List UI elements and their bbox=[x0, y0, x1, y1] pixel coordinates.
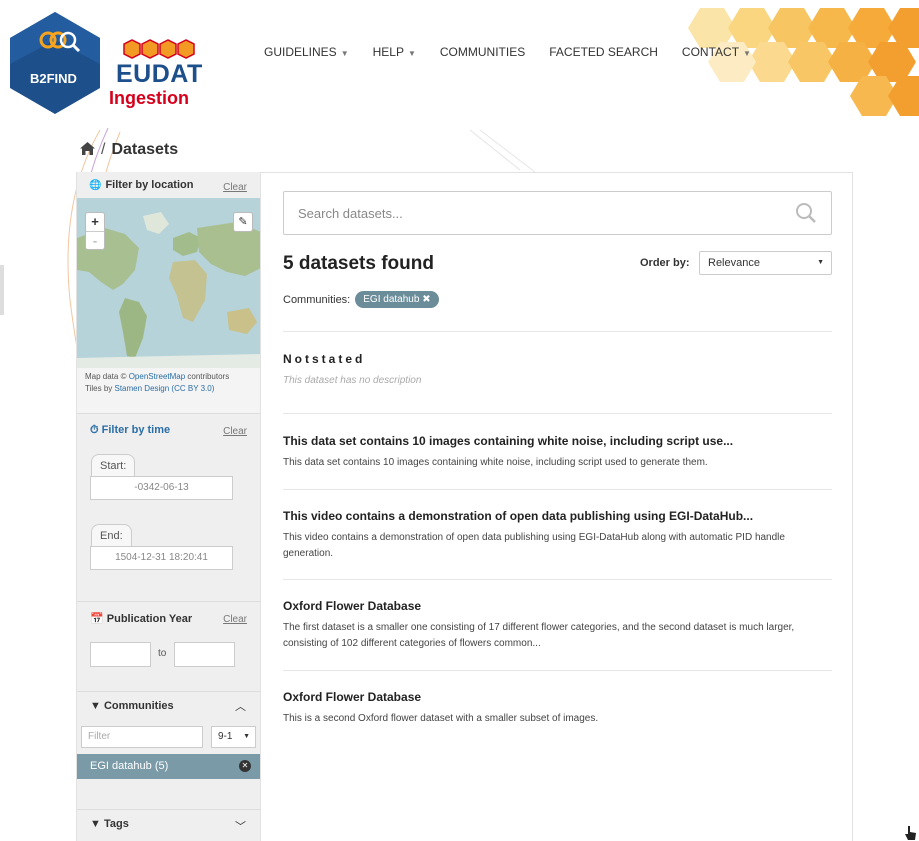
divider bbox=[283, 670, 832, 671]
search-box[interactable]: Search datasets... bbox=[283, 191, 832, 235]
communities-filter-input[interactable]: Filter bbox=[81, 726, 203, 748]
nav-contact[interactable]: CONTACT ▼ bbox=[682, 45, 751, 59]
order-by-select[interactable]: Relevance ▼ bbox=[699, 251, 832, 275]
time-filter: ⏱ Filter by time Clear Start: -0342-06-1… bbox=[77, 414, 260, 602]
zoom-out-button[interactable]: - bbox=[86, 231, 104, 249]
search-icon[interactable] bbox=[795, 202, 817, 224]
page: B2FIND EUDAT Ingestion GUIDELINES ▼ HELP ▼… bbox=[0, 0, 919, 841]
time-filter-header[interactable]: ⏱ Filter by time bbox=[90, 424, 170, 437]
year-to-field[interactable] bbox=[174, 642, 235, 667]
dataset-item: This video contains a demonstration of o… bbox=[283, 509, 832, 562]
nav-guidelines[interactable]: GUIDELINES ▼ bbox=[264, 45, 349, 59]
order-by-label: Order by: bbox=[640, 257, 690, 269]
communities-sort-select[interactable]: 9-1 ▼ bbox=[211, 726, 256, 748]
filter-icon: ▼ bbox=[90, 818, 101, 830]
breadcrumb: / Datasets bbox=[80, 141, 178, 159]
chevron-down-icon[interactable]: ﹀ bbox=[235, 818, 246, 834]
publication-year-header: 📅 Publication Year bbox=[90, 613, 193, 625]
dataset-item: Notstated This dataset has no descriptio… bbox=[283, 352, 832, 389]
chevron-down-icon: ▼ bbox=[243, 733, 250, 740]
nav-faceted-search[interactable]: FACETED SEARCH bbox=[549, 45, 658, 59]
b2find-logo[interactable] bbox=[8, 10, 102, 116]
location-filter-header: 🌐 Filter by location Clear bbox=[77, 172, 260, 198]
dataset-description: The first dataset is a smaller one consi… bbox=[283, 622, 795, 649]
dataset-description: This video contains a demonstration of o… bbox=[283, 532, 785, 559]
communities-filter-label: Communities: bbox=[283, 293, 351, 306]
nav-help[interactable]: HELP ▼ bbox=[373, 45, 416, 59]
location-filter-title: Filter by location bbox=[105, 179, 194, 191]
dataset-title[interactable]: Notstated bbox=[283, 352, 832, 366]
home-icon[interactable] bbox=[80, 141, 95, 159]
map-attribution: Map data © OpenStreetMap contributors Ti… bbox=[77, 368, 260, 414]
chevron-down-icon: ▼ bbox=[407, 49, 416, 58]
search-input[interactable]: Search datasets... bbox=[298, 206, 403, 221]
zoom-in-button[interactable]: + bbox=[86, 213, 104, 231]
active-filters: Communities: EGI datahub ✖ bbox=[283, 291, 439, 308]
results-panel: Search datasets... 5 datasets found Orde… bbox=[260, 172, 853, 841]
dataset-title[interactable]: Oxford Flower Database bbox=[283, 690, 832, 704]
location-map[interactable]: + - ✎ bbox=[77, 198, 261, 368]
dataset-title[interactable]: This data set contains 10 images contain… bbox=[283, 434, 832, 448]
stamen-link[interactable]: Stamen Design (CC BY 3.0) bbox=[115, 384, 215, 393]
year-to-label: to bbox=[158, 648, 167, 659]
nav-communities[interactable]: COMMUNITIES bbox=[440, 45, 525, 59]
pencil-icon[interactable]: ✎ bbox=[233, 212, 253, 232]
year-from-field[interactable] bbox=[90, 642, 151, 667]
b2find-logo-text: B2FIND bbox=[30, 71, 77, 86]
tags-header[interactable]: ▼ Tags bbox=[90, 818, 129, 830]
globe-icon: 🌐 bbox=[89, 179, 102, 191]
end-date-field[interactable]: 1504-12-31 18:20:41 bbox=[90, 546, 233, 570]
dataset-description: This data set contains 10 images contain… bbox=[283, 457, 708, 468]
dataset-item: This data set contains 10 images contain… bbox=[283, 434, 832, 471]
end-label: End: bbox=[91, 524, 132, 546]
mouse-cursor-icon bbox=[905, 826, 916, 840]
breadcrumb-separator: / bbox=[101, 141, 106, 158]
dataset-item: Oxford Flower Database This is a second … bbox=[283, 690, 832, 727]
map-zoom-controls: + - bbox=[85, 212, 105, 250]
sidebar: 🌐 Filter by location Clear + - ✎ Map dat… bbox=[76, 172, 261, 841]
filter-icon: ▼ bbox=[90, 700, 101, 712]
divider bbox=[283, 331, 832, 332]
chevron-down-icon: ▼ bbox=[743, 49, 751, 58]
breadcrumb-current: Datasets bbox=[111, 141, 179, 158]
ingestion-label: Ingestion bbox=[109, 88, 189, 108]
community-filter-pill[interactable]: EGI datahub ✖ bbox=[355, 291, 439, 308]
remove-icon[interactable]: ✕ bbox=[239, 760, 251, 772]
divider bbox=[283, 579, 832, 580]
publication-clear-link[interactable]: Clear bbox=[223, 614, 247, 625]
main-nav: GUIDELINES ▼ HELP ▼ COMMUNITIES FACETED SE… bbox=[264, 45, 751, 59]
dataset-description: This dataset has no description bbox=[283, 375, 422, 386]
chevron-down-icon: ▼ bbox=[340, 49, 349, 58]
remove-icon[interactable]: ✖ bbox=[422, 294, 430, 305]
openstreetmap-link[interactable]: OpenStreetMap bbox=[129, 372, 185, 381]
dataset-title[interactable]: This video contains a demonstration of o… bbox=[283, 509, 832, 523]
start-date-field[interactable]: -0342-06-13 bbox=[90, 476, 233, 500]
chevron-down-icon: ▼ bbox=[817, 259, 824, 266]
clock-icon: ⏱ bbox=[90, 424, 99, 436]
publication-year-filter: 📅 Publication Year Clear to bbox=[77, 602, 260, 692]
eudat-brand: EUDAT bbox=[116, 60, 203, 88]
dataset-item: Oxford Flower Database The first dataset… bbox=[283, 599, 832, 652]
community-item-egi-datahub[interactable]: EGI datahub (5) ✕ bbox=[77, 754, 261, 779]
calendar-icon: 📅 bbox=[90, 613, 104, 625]
communities-facet: ▼ Communities ︿ Filter 9-1 ▼ EGI datahub … bbox=[77, 692, 261, 810]
divider bbox=[283, 489, 832, 490]
dataset-title[interactable]: Oxford Flower Database bbox=[283, 599, 832, 613]
start-label: Start: bbox=[91, 454, 136, 476]
divider bbox=[283, 413, 832, 414]
location-clear-link[interactable]: Clear bbox=[223, 182, 247, 193]
chevron-up-icon[interactable]: ︿ bbox=[235, 698, 246, 714]
results-count: 5 datasets found bbox=[283, 253, 434, 274]
tags-facet: ▼ Tags ﹀ bbox=[77, 810, 260, 841]
dataset-description: This is a second Oxford flower dataset w… bbox=[283, 713, 599, 724]
time-clear-link[interactable]: Clear bbox=[223, 426, 247, 437]
communities-header[interactable]: ▼ Communities bbox=[90, 700, 174, 712]
